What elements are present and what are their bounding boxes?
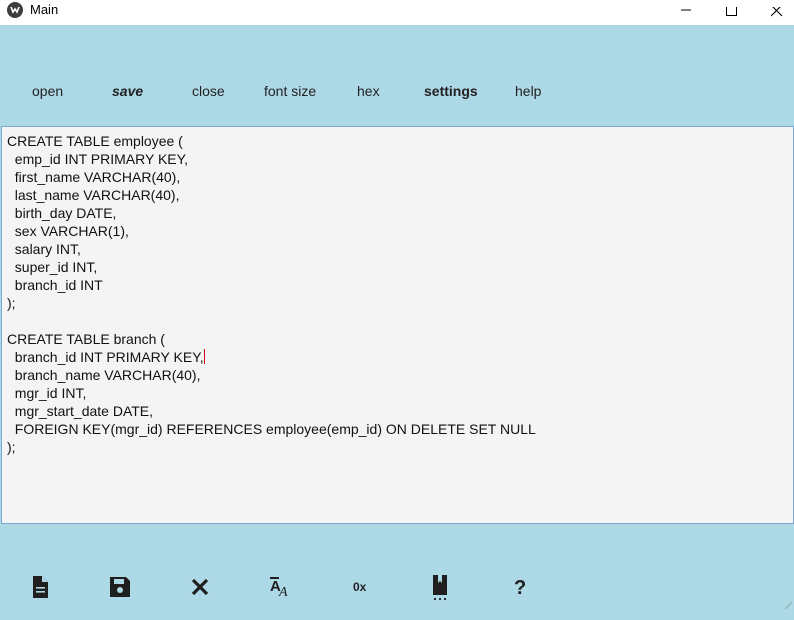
maximize-icon [726,7,737,16]
menu-save[interactable]: save [112,83,143,99]
editor-line: CREATE TABLE branch ( [7,331,165,347]
editor-line: ); [7,295,16,311]
window-title: Main [30,2,59,17]
minimize-icon [681,9,691,11]
settings-tool-button[interactable] [425,572,455,602]
editor-line: sex VARCHAR(1), [7,223,129,239]
help-icon: ? [514,577,526,599]
minimize-button[interactable] [663,0,709,25]
svg-text:?: ? [514,577,526,599]
bookmark-icon [433,575,447,601]
editor-line: birth_day DATE, [7,205,117,221]
resize-grip[interactable] [783,597,793,610]
text-caret [203,349,205,364]
app-icon [7,2,23,18]
editor-line: first_name VARCHAR(40), [7,169,181,185]
svg-text:A: A [278,585,288,600]
menu-close[interactable]: close [192,83,225,99]
menu-hex[interactable]: hex [357,83,380,99]
editor-line: FOREIGN KEY(mgr_id) REFERENCES employee(… [7,421,536,437]
file-icon [33,576,48,598]
hex-icon: 0x [353,580,367,594]
menu-help[interactable]: help [515,83,541,99]
editor-line: CREATE TABLE employee ( [7,133,183,149]
editor-line: super_id INT, [7,259,98,275]
menu-open[interactable]: open [32,83,63,99]
editor-line: ); [7,439,16,455]
svg-text:0x: 0x [353,580,367,594]
window-close-button[interactable] [754,0,794,25]
editor-line: salary INT, [7,241,81,257]
save-tool-button[interactable] [105,572,135,602]
font-size-icon: A A [270,577,288,600]
close-window-icon [771,7,783,17]
close-icon [191,578,209,596]
editor-line: mgr_id INT, [7,385,87,401]
help-tool-button[interactable]: ? [505,572,535,602]
maximize-button[interactable] [708,0,754,25]
font-size-tool-button[interactable]: A A [265,572,295,602]
editor-line: emp_id INT PRIMARY KEY, [7,151,189,167]
close-tool-button[interactable] [185,572,215,602]
text-editor[interactable]: CREATE TABLE employee ( emp_id INT PRIMA… [1,126,794,524]
editor-line: branch_name VARCHAR(40), [7,367,201,383]
menu-font-size[interactable]: font size [264,83,316,99]
title-bar: Main [0,0,794,25]
editor-content[interactable]: CREATE TABLE employee ( emp_id INT PRIMA… [7,132,536,456]
menu-settings[interactable]: settings [424,83,478,99]
resize-grip-icon [784,601,793,610]
editor-line: last_name VARCHAR(40), [7,187,180,203]
save-icon [110,577,130,597]
editor-line: branch_id INT [7,277,103,293]
editor-line: branch_id INT PRIMARY KEY, [7,349,205,365]
new-file-button[interactable] [25,572,55,602]
hex-tool-button[interactable]: 0x [345,572,375,602]
editor-line: mgr_start_date DATE, [7,403,154,419]
